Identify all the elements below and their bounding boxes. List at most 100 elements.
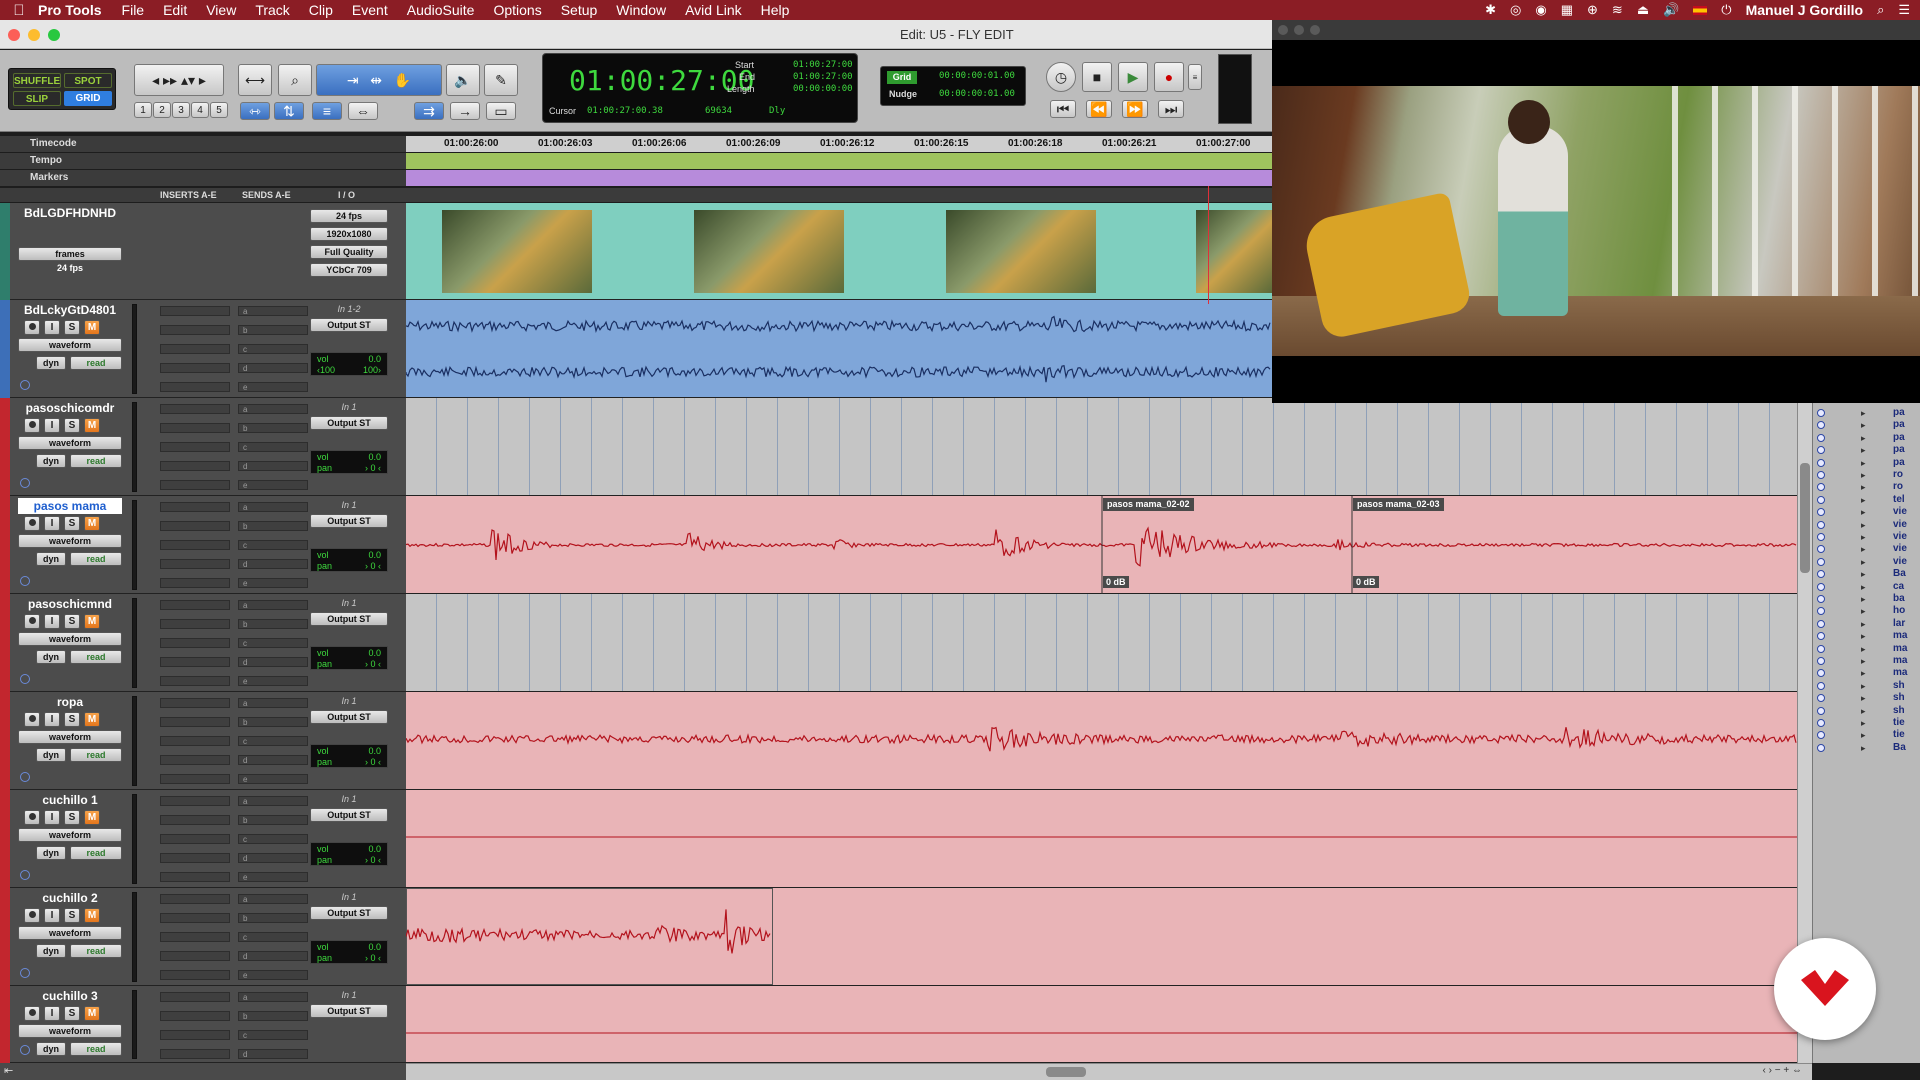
track-output[interactable]: Output ST [310, 318, 388, 332]
clip-name[interactable]: pasos mama_02-03 [1353, 498, 1444, 511]
link-track-edit-button[interactable]: ⇅ [274, 102, 304, 120]
track-view-selector[interactable]: waveform [18, 534, 122, 548]
menu-audiosuite[interactable]: AudioSuite [407, 2, 475, 18]
track-view-selector[interactable]: waveform [18, 926, 122, 940]
flag-icon[interactable] [1693, 5, 1708, 15]
solo-button[interactable]: S [64, 516, 80, 531]
track-view-selector[interactable]: waveform [18, 1024, 122, 1038]
playlist-dyn-button[interactable]: dyn [36, 748, 66, 762]
volume-pan-display[interactable]: vol 0.0 pan › 0 ‹ [310, 450, 388, 474]
input-monitor-button[interactable]: I [44, 516, 60, 531]
disclosure-triangle-icon[interactable]: ▸ [1861, 420, 1866, 431]
disclosure-triangle-icon[interactable]: ▸ [1861, 458, 1866, 469]
track-timebase-icon[interactable] [20, 968, 30, 978]
mute-button[interactable]: M [84, 516, 100, 531]
send-slot[interactable]: e [238, 872, 308, 882]
solo-button[interactable]: S [64, 712, 80, 727]
menu-clip[interactable]: Clip [309, 2, 333, 18]
clip-list-dot[interactable] [1817, 446, 1825, 455]
shuffle-mode-button[interactable]: SHUFFLE [13, 73, 61, 88]
playlist-dyn-button[interactable]: dyn [36, 1042, 66, 1056]
clip-list-dot[interactable] [1817, 607, 1825, 616]
clip-list-dot[interactable] [1817, 657, 1825, 665]
input-monitor-button[interactable]: I [44, 1006, 60, 1021]
insert-slot[interactable] [160, 521, 230, 531]
clip-list-item[interactable]: vie [1893, 556, 1907, 567]
track-view-selector[interactable]: waveform [18, 828, 122, 842]
disclosure-triangle-icon[interactable]: ▸ [1861, 693, 1866, 704]
loop-controls[interactable]: ≡ [1188, 64, 1202, 90]
volume-pan-display[interactable]: vol 0.0 pan › 0 ‹ [310, 940, 388, 964]
zoomer-tool[interactable]: ⟷ [238, 64, 272, 96]
disclosure-triangle-icon[interactable]: ▸ [1861, 718, 1866, 729]
insert-slot[interactable] [160, 363, 230, 373]
disclosure-triangle-icon[interactable]: ▸ [1861, 730, 1866, 741]
disclosure-triangle-icon[interactable]: ▸ [1861, 644, 1866, 655]
mute-button[interactable]: M [84, 1006, 100, 1021]
disclosure-triangle-icon[interactable]: ▸ [1861, 408, 1866, 419]
cuchillo-1-lane[interactable] [406, 790, 1798, 888]
clip-list-item[interactable]: pa [1893, 407, 1905, 418]
record-enable-button[interactable] [24, 810, 40, 825]
video-quality[interactable]: Full Quality [310, 245, 388, 259]
insert-slot[interactable] [160, 970, 230, 980]
send-slot[interactable]: c [238, 932, 308, 942]
insert-slot[interactable] [160, 502, 230, 512]
clip-list-item[interactable]: ma [1893, 643, 1907, 654]
track-name[interactable]: cuchillo 1 [18, 792, 122, 808]
go-to-end-button[interactable]: ⏭ [1158, 100, 1184, 118]
length-value[interactable]: 00:00:00:00 [793, 84, 853, 94]
automation-mode-selector[interactable]: read [70, 1042, 122, 1056]
insert-slot[interactable] [160, 796, 230, 806]
send-slot[interactable]: d [238, 1049, 308, 1059]
clip-list-dot[interactable] [1817, 719, 1825, 727]
pan-value[interactable]: › 0 ‹ [365, 757, 381, 767]
menu-edit[interactable]: Edit [163, 2, 187, 18]
fast-forward-button[interactable]: ⏩ [1122, 100, 1148, 118]
send-slot[interactable]: c [238, 344, 308, 354]
track-timebase-icon[interactable] [20, 1045, 30, 1055]
close-video-button[interactable] [1278, 25, 1288, 35]
eject-icon[interactable]: ⏏ [1637, 2, 1649, 18]
insert-slot[interactable] [160, 676, 230, 686]
send-slot[interactable]: e [238, 676, 308, 686]
disclosure-triangle-icon[interactable]: ▸ [1861, 594, 1866, 605]
disclosure-triangle-icon[interactable]: ▸ [1861, 606, 1866, 617]
pan-left-value[interactable]: ‹100 [317, 365, 335, 375]
markers-ruler-label[interactable]: Markers [0, 170, 406, 186]
track-input[interactable]: In 1 [310, 500, 388, 510]
track-timebase-icon[interactable] [20, 870, 30, 880]
clip-list-dot[interactable] [1817, 582, 1825, 591]
horizontal-scrollbar[interactable]: ‹ › − + ⇔ [406, 1063, 1812, 1080]
keyboard-focus-button[interactable]: ▭ [486, 102, 516, 120]
insert-slot[interactable] [160, 382, 230, 392]
send-slot[interactable]: a [238, 502, 308, 512]
record-enable-button[interactable] [24, 320, 40, 335]
zoom-preset-4[interactable]: 4 [191, 102, 209, 118]
mute-button[interactable]: M [84, 614, 100, 629]
collapse-icon[interactable]: ⇤ [4, 1064, 13, 1077]
insert-slot[interactable] [160, 638, 230, 648]
track-output[interactable]: Output ST [310, 906, 388, 920]
zoom-preset-2[interactable]: 2 [153, 102, 171, 118]
record-enable-button[interactable] [24, 418, 40, 433]
send-slot[interactable]: b [238, 815, 308, 825]
user-name[interactable]: Manuel J Gordillo [1746, 2, 1863, 18]
nudge-value[interactable]: 00:00:00:01.00 [939, 89, 1015, 99]
playlist-dyn-button[interactable]: dyn [36, 552, 66, 566]
clip-list-dot[interactable] [1817, 483, 1825, 492]
clip-list-item[interactable]: ca [1893, 581, 1904, 592]
automation-mode-selector[interactable]: read [70, 748, 122, 762]
insert-slot[interactable] [160, 559, 230, 569]
clip-list-item[interactable]: sh [1893, 692, 1905, 703]
track-input[interactable]: In 1 [310, 990, 388, 1000]
volume-icon[interactable]: 🔊 [1663, 2, 1679, 18]
clip-list-item[interactable]: ro [1893, 481, 1903, 492]
disclosure-triangle-icon[interactable]: ▸ [1861, 544, 1866, 555]
track-output[interactable]: Output ST [310, 1004, 388, 1018]
clip-list-dot[interactable] [1817, 694, 1825, 703]
insert-slot[interactable] [160, 755, 230, 765]
disclosure-triangle-icon[interactable]: ▸ [1861, 557, 1866, 568]
zoom-controls-icon[interactable]: ‹ › − + ⇔ [1763, 1065, 1802, 1076]
clip-list-dot[interactable] [1817, 570, 1825, 579]
